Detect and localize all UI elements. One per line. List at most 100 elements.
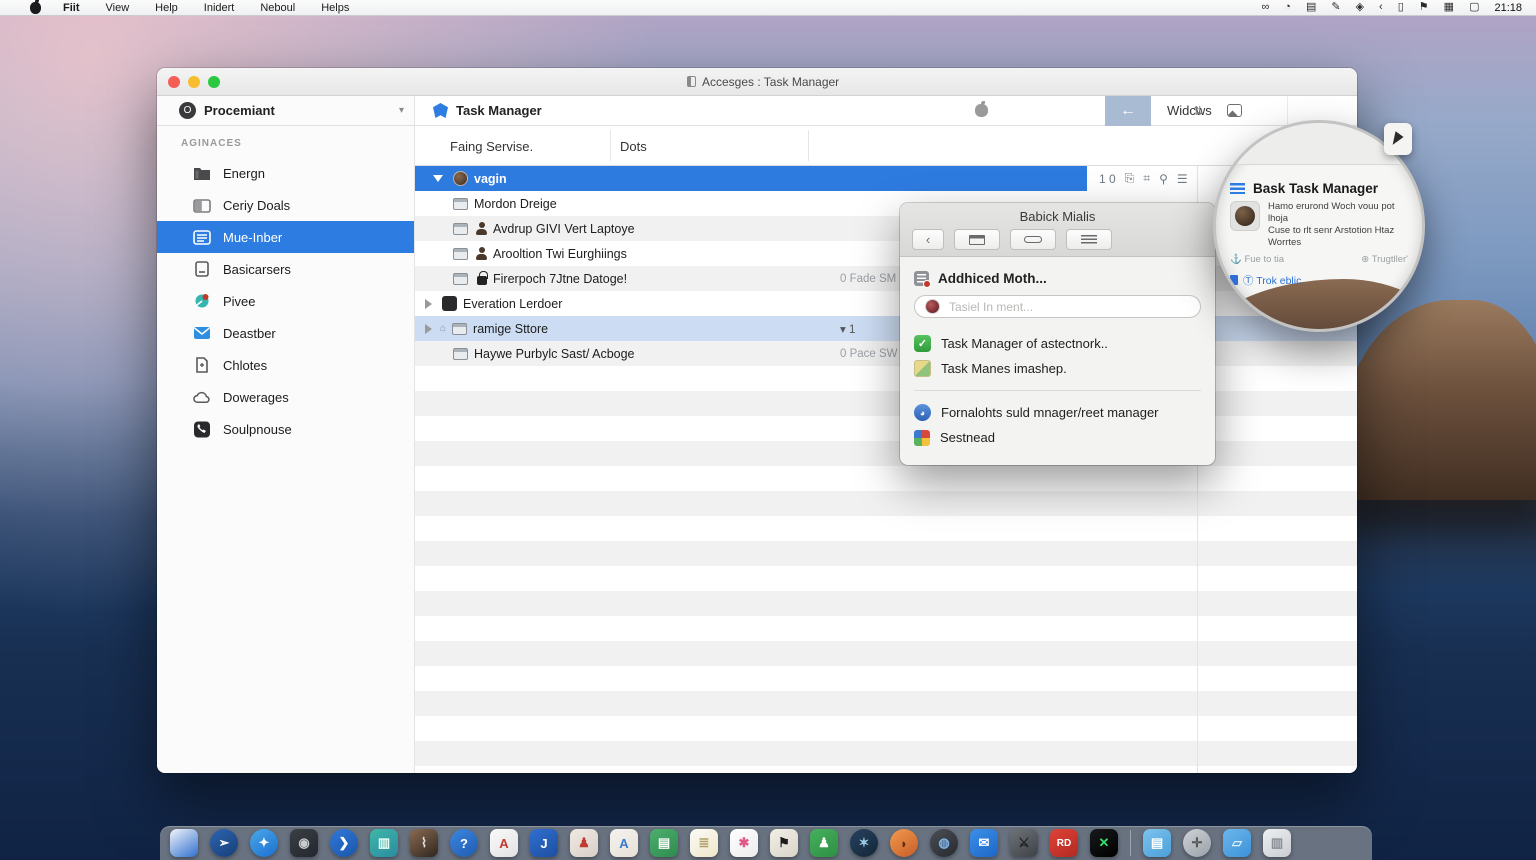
back-chevron-button[interactable]: ‹	[912, 229, 944, 250]
sidebar-item-chlotes[interactable]: Chlotes	[157, 349, 414, 381]
menu-item-helps[interactable]: Helps	[321, 2, 349, 14]
dock-icon-swift-bird[interactable]: ❯	[330, 829, 358, 857]
chevron-left-icon[interactable]: ‹	[1379, 2, 1383, 13]
dock-icon-finder[interactable]	[170, 829, 198, 857]
dock-icon-glyph: ✕	[1098, 835, 1110, 850]
dock-icon-folder-blue[interactable]: ▱	[1223, 829, 1251, 857]
column-separator[interactable]	[808, 130, 809, 161]
table-row[interactable]: Haywe Purbylc Sast/ Acboge 0 Pace SW	[415, 341, 1357, 366]
row-label: ramige Sttore	[473, 321, 549, 336]
search-field[interactable]	[914, 295, 1201, 318]
apple-menu-icon[interactable]	[30, 0, 41, 14]
dock-icon-blade-gray[interactable]: ⚔	[1010, 829, 1038, 857]
search-input[interactable]	[949, 299, 1190, 314]
timeline-view-button[interactable]	[1010, 229, 1056, 250]
clock-icon[interactable]: ◔	[1284, 2, 1291, 13]
sidebar-item-dowerages[interactable]: Dowerages	[157, 381, 414, 413]
popup-item-fornalohts[interactable]: ◕ Fornalohts suld mnager/reet manager	[914, 400, 1201, 425]
dock-icon-red-rd[interactable]: RD	[1050, 829, 1078, 857]
row-meta: ▾ 1	[840, 323, 856, 336]
popup-item-task-manager[interactable]: ✓ Task Manager of astectnork..	[914, 331, 1201, 356]
menu-item-help[interactable]: Help	[155, 2, 178, 14]
table-row[interactable]: Firerpoch 7Jtne Datoge! 0 Fade SM	[415, 266, 1357, 291]
sidebar-item-pivee[interactable]: Pivee	[157, 285, 414, 317]
dock-icon-notes[interactable]: ≣	[690, 829, 718, 857]
doc-flip-icon[interactable]: ⌗	[1143, 171, 1150, 186]
close-button[interactable]	[168, 76, 180, 88]
column-separator[interactable]	[610, 130, 611, 161]
loupe-link[interactable]: Ⓣ Trok eblic	[1230, 273, 1412, 288]
sidebar-item-ceriy-doals[interactable]: Ceriy Doals	[157, 189, 414, 221]
table-view-button[interactable]	[954, 229, 1000, 250]
photo-icon[interactable]	[1227, 104, 1242, 117]
dock-icon-photos[interactable]: ✱	[730, 829, 758, 857]
dock-icon-compass-dial[interactable]: ✛	[1183, 829, 1211, 857]
dock-icon-letter-j[interactable]: J	[530, 829, 558, 857]
dock-icon-safari-compass[interactable]: ✦	[250, 829, 278, 857]
menu-item-insert[interactable]: Inidert	[204, 2, 235, 14]
disclosure-right-icon[interactable]	[425, 323, 432, 334]
dock-icon-game-flag[interactable]: ⚑	[770, 829, 798, 857]
popup-header[interactable]: Babick Mialis ‹	[900, 203, 1274, 257]
dock-icon-notebook-green[interactable]: ▤	[650, 829, 678, 857]
sidebar-item-mue-inber[interactable]: Mue-Inber	[157, 221, 414, 253]
row-avatar	[453, 171, 468, 186]
dock-icon-microphone[interactable]: ⌇	[410, 829, 438, 857]
minimize-button[interactable]	[188, 76, 200, 88]
keyboard-icon[interactable]: ▦	[1444, 2, 1454, 13]
dock-icon-xcode-black[interactable]: ✕	[1090, 829, 1118, 857]
dock-icon-green-person[interactable]: ♟	[810, 829, 838, 857]
sidebar-item-label: Energn	[223, 165, 265, 181]
loupe-meta-right: ⊕ Trugtller'	[1361, 253, 1408, 265]
location-icon[interactable]: ◈	[1356, 2, 1364, 13]
menu-item-file[interactable]: Fiit	[63, 2, 80, 14]
dock-icon-textedit[interactable]: A	[490, 829, 518, 857]
dock-icon-dark-sphere[interactable]: ✶	[850, 829, 878, 857]
dock-icon-mail-plane[interactable]: ➢	[210, 829, 238, 857]
doc-icon[interactable]: ⎘	[1125, 171, 1135, 186]
window-icon[interactable]: ▢	[1469, 2, 1479, 13]
book-icon[interactable]: ▤	[1306, 2, 1316, 13]
account-switcher[interactable]: O Procemiant ▾	[157, 96, 415, 125]
sort-split-icon[interactable]: ⇅	[1193, 104, 1203, 118]
sidebar-item-basicarsers[interactable]: Basicarsers	[157, 253, 414, 285]
table-row[interactable]: Everation Lerdoer	[415, 291, 1357, 316]
dock-icon-columns-app[interactable]: ▥	[370, 829, 398, 857]
window-thumb-icon	[453, 247, 468, 260]
table-row[interactable]: vagin 1 0 ⎘ ⌗ ⚲ ☰	[415, 166, 1357, 191]
dock-icon-firefox[interactable]: ◗	[890, 829, 918, 857]
menu-item-nebou[interactable]: Neboul	[260, 2, 295, 14]
apple-gray-icon[interactable]	[975, 101, 988, 117]
dock-icon-trash[interactable]: ▥	[1263, 829, 1291, 857]
link-icon[interactable]: ∞	[1261, 2, 1269, 13]
popup-item-sestnead[interactable]: Sestnead	[914, 425, 1201, 450]
tray-icon[interactable]: ⚲	[1159, 172, 1168, 186]
list-view-button[interactable]	[1066, 229, 1112, 250]
dock-icon-figure-red[interactable]: ♟	[570, 829, 598, 857]
dock-icon-mail-blue[interactable]: ✉	[970, 829, 998, 857]
sidebar-item-energn[interactable]: Energn	[157, 157, 414, 189]
disclosure-down-icon[interactable]	[433, 175, 443, 182]
column-header-faing[interactable]: Faing Servise.	[450, 139, 533, 154]
hamburger-icon[interactable]: ☰	[1177, 172, 1188, 186]
disclosure-right-icon[interactable]	[425, 298, 432, 309]
dock-icon-camera[interactable]: ◉	[290, 829, 318, 857]
zoom-button[interactable]	[208, 76, 220, 88]
sidebar-item-deastber[interactable]: Deastber	[157, 317, 414, 349]
pen-icon[interactable]: ✎	[1331, 2, 1340, 13]
loupe-body-line: Worrtes	[1268, 236, 1302, 248]
popup-item-task-manes[interactable]: Task Manes imashep.	[914, 356, 1201, 381]
dock-icon-chart-a[interactable]: A	[610, 829, 638, 857]
menu-item-view[interactable]: View	[106, 2, 130, 14]
selected-row-band[interactable]: vagin	[415, 166, 1087, 191]
phone-icon[interactable]: ▯	[1398, 2, 1404, 13]
column-header-dots[interactable]: Dots	[620, 139, 647, 154]
sidebar-item-soulpnouse[interactable]: Soulpnouse	[157, 413, 414, 445]
dock-icon-folder-doc[interactable]: ▤	[1143, 829, 1171, 857]
dock-icon-earth-dark[interactable]: ◍	[930, 829, 958, 857]
window-titlebar[interactable]: Accesges : Task Manager	[157, 68, 1357, 96]
flag-icon[interactable]: ⚑	[1419, 2, 1429, 13]
dock-icon-help[interactable]: ?	[450, 829, 478, 857]
chevron-down-icon: ▾	[398, 105, 404, 116]
back-button[interactable]: ←	[1105, 95, 1151, 126]
